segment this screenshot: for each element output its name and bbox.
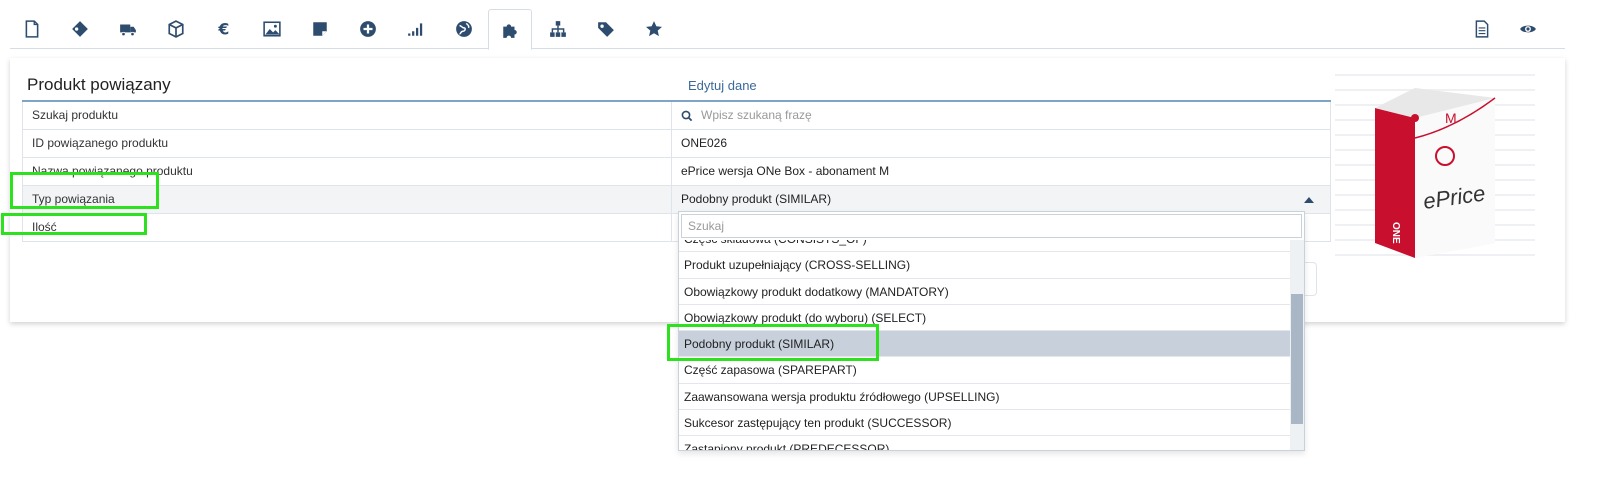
dropdown-option-cross-selling[interactable]: Produkt uzupełniający (CROSS-SELLING) [679,252,1292,279]
search-product-input[interactable]: Wpisz szukaną frazę [701,102,812,129]
tab-statistics[interactable] [394,9,438,49]
edit-data-link[interactable]: Edytuj dane [688,78,757,93]
dropdown-option-sparepart[interactable]: Część zapasowa (SPAREPART) [679,357,1292,384]
image-icon [263,21,281,37]
tag-diamond-icon [72,21,88,37]
tab-notes[interactable] [298,9,342,49]
row-search-product: Szukaj produktu Wpisz szukaną frazę [22,102,1331,130]
highlight-quantity-label [1,213,147,235]
tab-add[interactable] [346,9,390,49]
box-icon [168,20,184,38]
truck-icon [120,24,136,37]
tab-images[interactable] [250,9,294,49]
dropdown-option-mandatory[interactable]: Obowiązkowy produkt dodatkowy (MANDATORY… [679,279,1292,305]
document-icon [25,20,39,38]
dropdown-option-consists-of[interactable]: Część składowa (CONSISTS_OF) [679,240,1292,253]
caret-up-icon[interactable] [1304,197,1314,203]
row-related-name: Nazwa powiązanego produktu ePrice wersja… [22,158,1331,186]
preview-button[interactable] [1506,9,1550,49]
dropdown-option-successor[interactable]: Sukcesor zastępujący ten produkt (SUCCES… [679,410,1292,437]
tab-favorites[interactable] [632,9,676,49]
related-id-value: ONE026 [672,130,1331,157]
puzzle-icon [503,23,517,38]
tab-structure[interactable] [536,9,580,49]
product-box-image: M ePrice ONE [1375,88,1496,258]
highlight-similar-option [667,324,879,361]
report-icon [1475,20,1489,38]
box-side-text: ONE [1390,222,1401,244]
row-relation-type: Typ powiązania Podobny produkt (SIMILAR) [22,186,1331,214]
section-title: Produkt powiązany [27,75,171,94]
dropdown-option-predecessor[interactable]: Zastąpiony produkt (PREDECESSOR) [679,436,1292,450]
report-button[interactable] [1460,9,1504,49]
related-name-value: ePrice wersja ONe Box - abonament M [672,158,1331,185]
note-icon [313,22,327,36]
tab-languages[interactable] [442,9,486,49]
dropdown-search-input[interactable]: Szukaj [681,214,1302,238]
eye-icon [1520,25,1536,33]
product-tabs-toolbar: € [10,9,1565,50]
label-icon [598,22,614,37]
tab-related-products[interactable] [488,9,532,50]
svg-text:€: € [217,20,229,38]
related-id-label: ID powiązanego produktu [22,130,672,157]
dropdown-option-upselling[interactable]: Zaawansowana wersja produktu źródłowego … [679,384,1292,411]
sitemap-icon [550,21,566,37]
globe-icon [456,21,472,37]
hidden-button-edge [1305,262,1317,296]
signal-icon [408,23,423,36]
star-icon [646,21,662,37]
tab-shipping[interactable] [106,9,150,49]
search-product-label: Szukaj produktu [22,102,672,129]
tab-tags[interactable] [58,9,102,49]
dropdown-scrollbar-thumb[interactable] [1291,294,1303,424]
tab-prices[interactable]: € [202,9,246,49]
search-product-cell[interactable]: Wpisz szukaną frazę [672,102,1331,129]
plus-circle-icon [360,21,376,37]
tab-labels[interactable] [584,9,628,49]
variant-letter: M [1445,110,1457,126]
row-related-id: ID powiązanego produktu ONE026 [22,130,1331,158]
dropdown-scrollbar[interactable] [1290,240,1304,450]
relation-type-select[interactable]: Podobny produkt (SIMILAR) [672,186,1331,213]
tab-document[interactable] [10,9,54,49]
euro-icon: € [217,20,229,38]
highlight-relation-type-label [10,172,159,209]
tab-package[interactable] [154,9,198,49]
search-icon [681,110,693,121]
relation-type-selected-value: Podobny produkt (SIMILAR) [681,192,832,206]
